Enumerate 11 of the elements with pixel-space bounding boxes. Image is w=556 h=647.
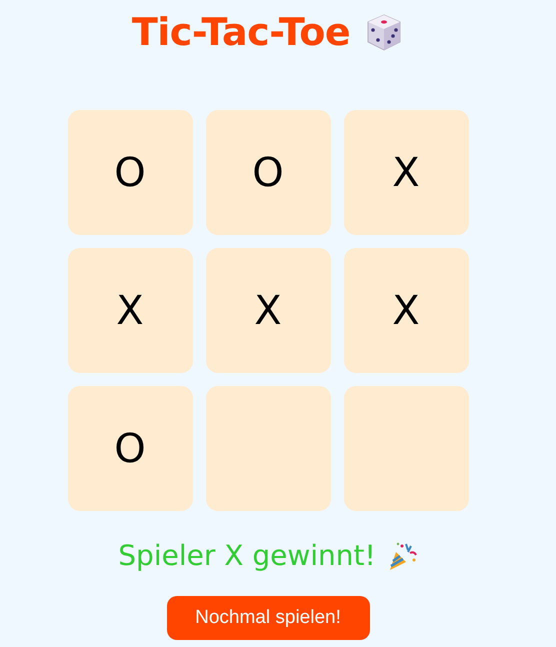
board-cell[interactable] (344, 386, 468, 511)
board-cell[interactable]: O (68, 386, 192, 511)
board-cell[interactable]: X (68, 248, 192, 373)
board-cell[interactable]: O (68, 110, 192, 235)
board-cell[interactable]: X (344, 110, 468, 235)
page-title: Tic-Tac-Toe (132, 10, 350, 54)
status-message: Spieler X gewinnt! (118, 539, 376, 572)
board-cell[interactable] (206, 386, 330, 511)
board-cell[interactable]: X (206, 248, 330, 373)
board-cell[interactable]: O (206, 110, 330, 235)
board-cell[interactable]: X (344, 248, 468, 373)
